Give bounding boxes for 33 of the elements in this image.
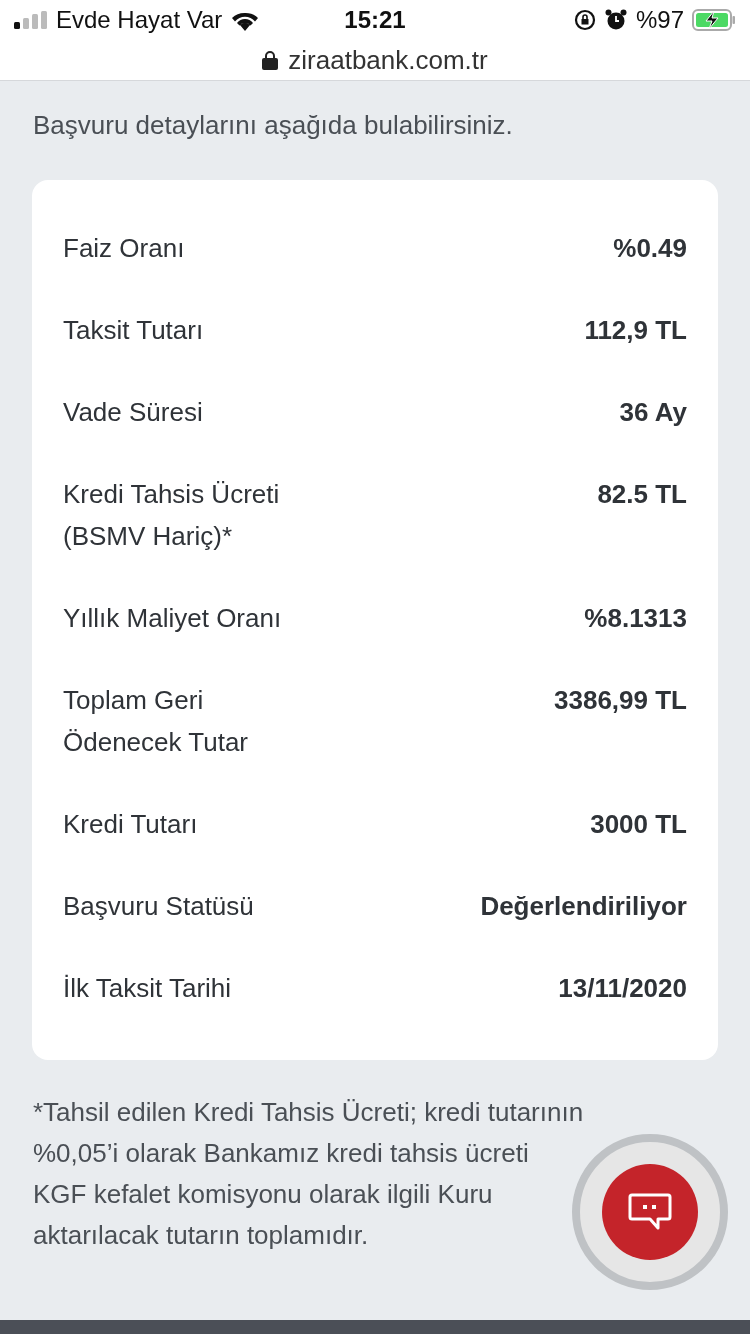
footnote-line: KGF kefalet komisyonu olarak ilgili Kuru [33,1178,493,1211]
detail-label: Kredi Tahsis Ücreti (BSMV Hariç)* [63,478,280,553]
lock-icon [262,50,279,70]
signal-icon [14,11,48,29]
detail-value: 36 Ay [619,396,687,429]
detail-value: Değerlendiriliyor [480,890,687,923]
detail-value: %8.1313 [584,602,687,635]
battery-charging-icon [692,9,736,31]
detail-value: %0.49 [613,232,687,265]
detail-value: 3386,99 TL [554,684,687,717]
detail-label: İlk Taksit Tarihi [63,972,232,1005]
detail-value: 112,9 TL [584,314,687,347]
footnote-line: *Tahsil edilen Kredi Tahsis Ücreti; kredi tutarının [33,1096,584,1129]
detail-value: 3000 TL [590,808,687,841]
alarm-icon [603,8,628,32]
footnote-line: %0,05’i olarak Bankamız kredi tahsis ücreti [33,1137,529,1170]
footnote-line: aktarılacak tutarın toplamıdır. [33,1219,369,1252]
battery-percent: %97 [635,6,684,34]
detail-label: Faiz Oranı [63,232,185,265]
intro-text: Başvuru detaylarını aşağıda bulabilirsiniz. [32,109,514,142]
detail-value: 13/11/2020 [558,972,687,1005]
detail-label: Vade Süresi [63,396,203,429]
clock-time: 15:21 [344,6,406,34]
detail-label: Başvuru Statüsü [63,890,254,923]
speech-bubble-icon [628,1192,672,1232]
detail-value: 82.5 TL [597,478,687,511]
rotation-lock-icon [573,9,596,31]
detail-label: Kredi Tutarı [63,808,198,841]
carrier-name: Evde Hayat Var [56,6,223,34]
detail-label: Taksit Tutarı [63,314,204,347]
detail-label: Yıllık Maliyet Oranı [63,602,282,635]
url-text[interactable]: ziraatbank.com.tr [288,44,488,76]
detail-label: Toplam Geri Ödenecek Tutar [63,684,248,759]
